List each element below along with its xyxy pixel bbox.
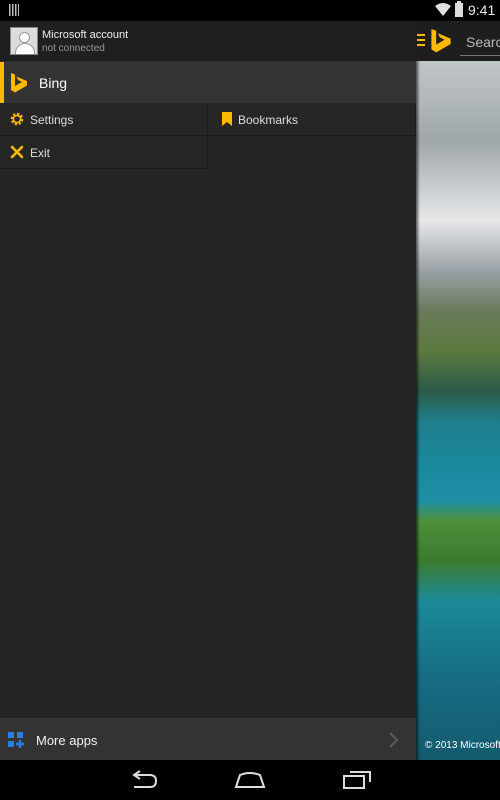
gear-icon xyxy=(10,112,24,126)
drawer-item-label: Exit xyxy=(30,146,51,160)
menu-icon[interactable] xyxy=(417,34,425,36)
navigation-drawer: Microsoft account not connected Bing Set… xyxy=(0,21,416,760)
chevron-right-icon xyxy=(389,732,399,748)
account-status: not connected xyxy=(42,43,105,54)
battery-icon xyxy=(455,1,463,17)
bing-logo-icon xyxy=(431,29,451,53)
drawer-grid-row: Settings Bookmarks xyxy=(0,103,416,136)
drawer-item-label: Bing xyxy=(39,75,68,91)
drawer-item-bookmarks[interactable]: Bookmarks xyxy=(208,103,416,136)
system-nav-bar xyxy=(0,760,500,800)
apps-grid-icon xyxy=(8,732,24,748)
search-input[interactable]: Search xyxy=(460,26,500,56)
drawer-item-exit[interactable]: Exit xyxy=(0,136,208,169)
bing-logo-icon xyxy=(11,73,27,93)
main-content: Search © 2013 Microsoft xyxy=(416,21,500,760)
more-apps-label: More apps xyxy=(36,733,98,748)
notification-icon xyxy=(9,4,19,16)
drawer-item-settings[interactable]: Settings xyxy=(0,103,208,136)
clock: 9:41 xyxy=(468,2,496,18)
app-bar: Search xyxy=(416,21,500,61)
drawer-item-label: Bookmarks xyxy=(238,113,299,127)
drawer-shadow xyxy=(416,61,420,760)
home-icon[interactable] xyxy=(234,772,266,788)
account-name: Microsoft account xyxy=(42,29,129,41)
more-apps-button[interactable]: More apps xyxy=(0,718,416,760)
search-placeholder: Search xyxy=(466,34,500,50)
image-copyright: © 2013 Microsoft xyxy=(425,740,500,751)
status-bar: 9:41 xyxy=(0,0,500,21)
account-header[interactable]: Microsoft account not connected xyxy=(0,21,416,62)
drawer-item-bing[interactable]: Bing xyxy=(0,62,416,103)
wifi-icon xyxy=(435,3,451,16)
close-icon xyxy=(10,145,24,159)
bookmark-icon xyxy=(222,112,232,126)
recent-apps-icon[interactable] xyxy=(342,770,372,790)
back-icon[interactable] xyxy=(128,770,158,790)
drawer-item-label: Settings xyxy=(30,113,74,127)
drawer-grid-row: Exit xyxy=(0,136,416,169)
avatar xyxy=(10,27,38,55)
